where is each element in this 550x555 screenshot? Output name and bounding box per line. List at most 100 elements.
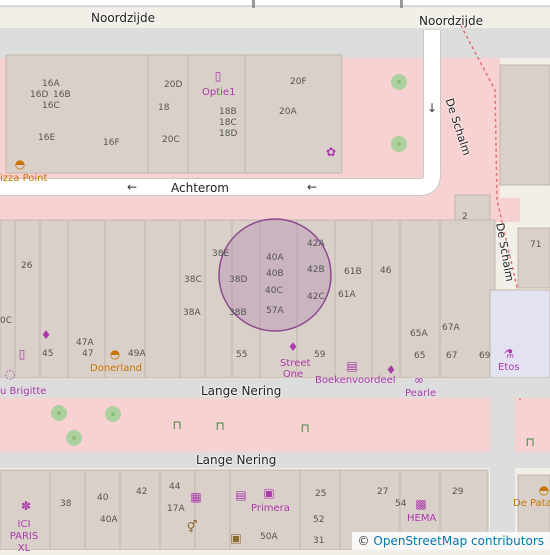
house-number: 50A [260,532,278,542]
house-number: 2 [462,212,468,222]
house-number: 16F [103,138,120,148]
gift-shop-icon[interactable]: ▦ [190,491,202,503]
newsagent-icon[interactable]: ▣ [263,487,275,499]
house-number: 16D [30,90,49,100]
house-number: 20C [162,135,180,145]
bookshop-icon[interactable]: ▤ [346,360,358,372]
house-number: 16B [53,90,71,100]
road-noordzijde [0,28,550,58]
house-number: 61B [344,267,362,277]
jewelry-icon[interactable]: ◌ [4,368,16,380]
house-number: 0C [0,316,13,326]
bookshop-icon[interactable]: ▤ [235,489,247,501]
clothes-shop-icon[interactable]: ♦ [287,341,299,353]
house-number: 40A [266,253,284,263]
optician-icon[interactable]: ∞ [413,374,425,386]
house-number: 67A [442,323,460,333]
bench-icon: ⊓ [525,435,535,449]
house-number: 45 [42,349,54,359]
oneway-arrow-icon: ← [307,180,318,194]
house-number: 27 [377,487,389,497]
house-number: 65 [414,351,426,361]
house-number: 38B [229,308,247,318]
newsagent-icon: ▣ [230,531,242,545]
fast-food-icon[interactable]: ◓ [109,348,121,360]
poi-label-pearle[interactable]: Pearle [405,389,436,399]
poi-label-brigitte[interactable]: u Brigitte [0,387,46,397]
mobile-phone-icon[interactable]: ▯ [212,70,224,82]
pedestrian-area-achterom [0,198,520,222]
road-marker-1 [252,0,255,8]
building-71 [517,227,550,289]
house-number: 55 [236,350,248,360]
house-number: 29 [452,487,464,497]
building-right [499,64,550,186]
house-number: 42B [307,265,325,275]
house-number: 47 [82,349,94,359]
house-number: 69 [479,351,491,361]
house-number: 38E [212,249,230,259]
house-number: 54 [395,499,407,509]
bench-icon: ⊓ [300,421,310,435]
house-number: 61A [338,290,356,300]
oneway-arrow-icon: ↓ [427,101,438,115]
house-number: 52 [313,515,325,525]
house-number: 16A [42,79,60,89]
copyright-symbol: © [357,534,370,548]
house-number: 25 [315,489,327,499]
oneway-arrow-icon: ← [127,180,138,194]
house-number: 42 [136,487,148,497]
mobile-phone-icon[interactable]: ▯ [16,348,28,360]
poi-label-etos[interactable]: Etos [498,363,520,373]
house-number: 42A [307,239,325,249]
poi-label-optie1[interactable]: Optie1 [202,88,235,98]
bench-icon: ⊓ [172,418,182,432]
house-number: 17A [167,504,185,514]
street-label-achterom: Achterom [171,181,229,195]
house-number: 42C [307,292,325,302]
street-label-noordzijde: Noordzijde [91,11,155,25]
house-number: 38D [229,275,248,285]
house-number: 26 [21,261,33,271]
poi-label-street-one[interactable]: Street One [280,358,310,380]
house-number: 20F [290,77,307,87]
street-label-noordzijde: Noordzijde [419,14,483,28]
poi-label-de-pata[interactable]: De Pata [513,499,550,509]
house-number: 40A [100,515,118,525]
road-top-edge [0,0,550,6]
house-number: 49A [128,349,146,359]
house-number: 18 [158,103,170,113]
house-number: 38 [60,499,72,509]
house-number: 38C [184,275,202,285]
poi-label-donerland[interactable]: Donerland [90,364,142,374]
fast-food-icon[interactable]: ◓ [14,158,26,170]
chemist-icon[interactable]: ⚗ [503,348,515,360]
poi-label-pizza-point[interactable]: izza Point [0,174,47,184]
openstreetmap-link[interactable]: OpenStreetMap contributors [373,534,544,548]
perfumery-icon[interactable]: ✽ [20,500,32,512]
poi-label-hema[interactable]: HEMA [407,514,436,524]
house-number: 44 [169,482,181,492]
florist-icon[interactable]: ✿ [325,146,337,158]
house-number: 20A [279,107,297,117]
house-number: 47A [76,338,94,348]
fast-food-icon[interactable]: ◓ [538,484,550,496]
house-number: 18B [219,107,237,117]
house-number: 57A [266,306,284,316]
toilets-icon: ⚥ [186,520,198,534]
pedestrian-area-lange-nering [0,398,550,455]
house-number: 16C [42,101,60,111]
house-number: 38A [183,308,201,318]
house-number: 18C [219,118,237,128]
department-store-icon[interactable]: ▩ [415,498,427,510]
poi-label-primera[interactable]: Primera [251,504,290,514]
poi-label-boekenvoordeel[interactable]: Boekenvoordeel [315,376,396,386]
house-number: 46 [380,266,392,276]
bench-icon: ⊓ [215,419,225,433]
clothes-shop-icon[interactable]: ♦ [40,329,52,341]
road-de-schalm-south [490,398,515,550]
map-attribution: © OpenStreetMap contributors [351,532,550,550]
street-label-lange-nering: Lange Nering [196,453,277,467]
house-number: 16E [38,133,56,143]
street-label-lange-nering: Lange Nering [201,384,282,398]
